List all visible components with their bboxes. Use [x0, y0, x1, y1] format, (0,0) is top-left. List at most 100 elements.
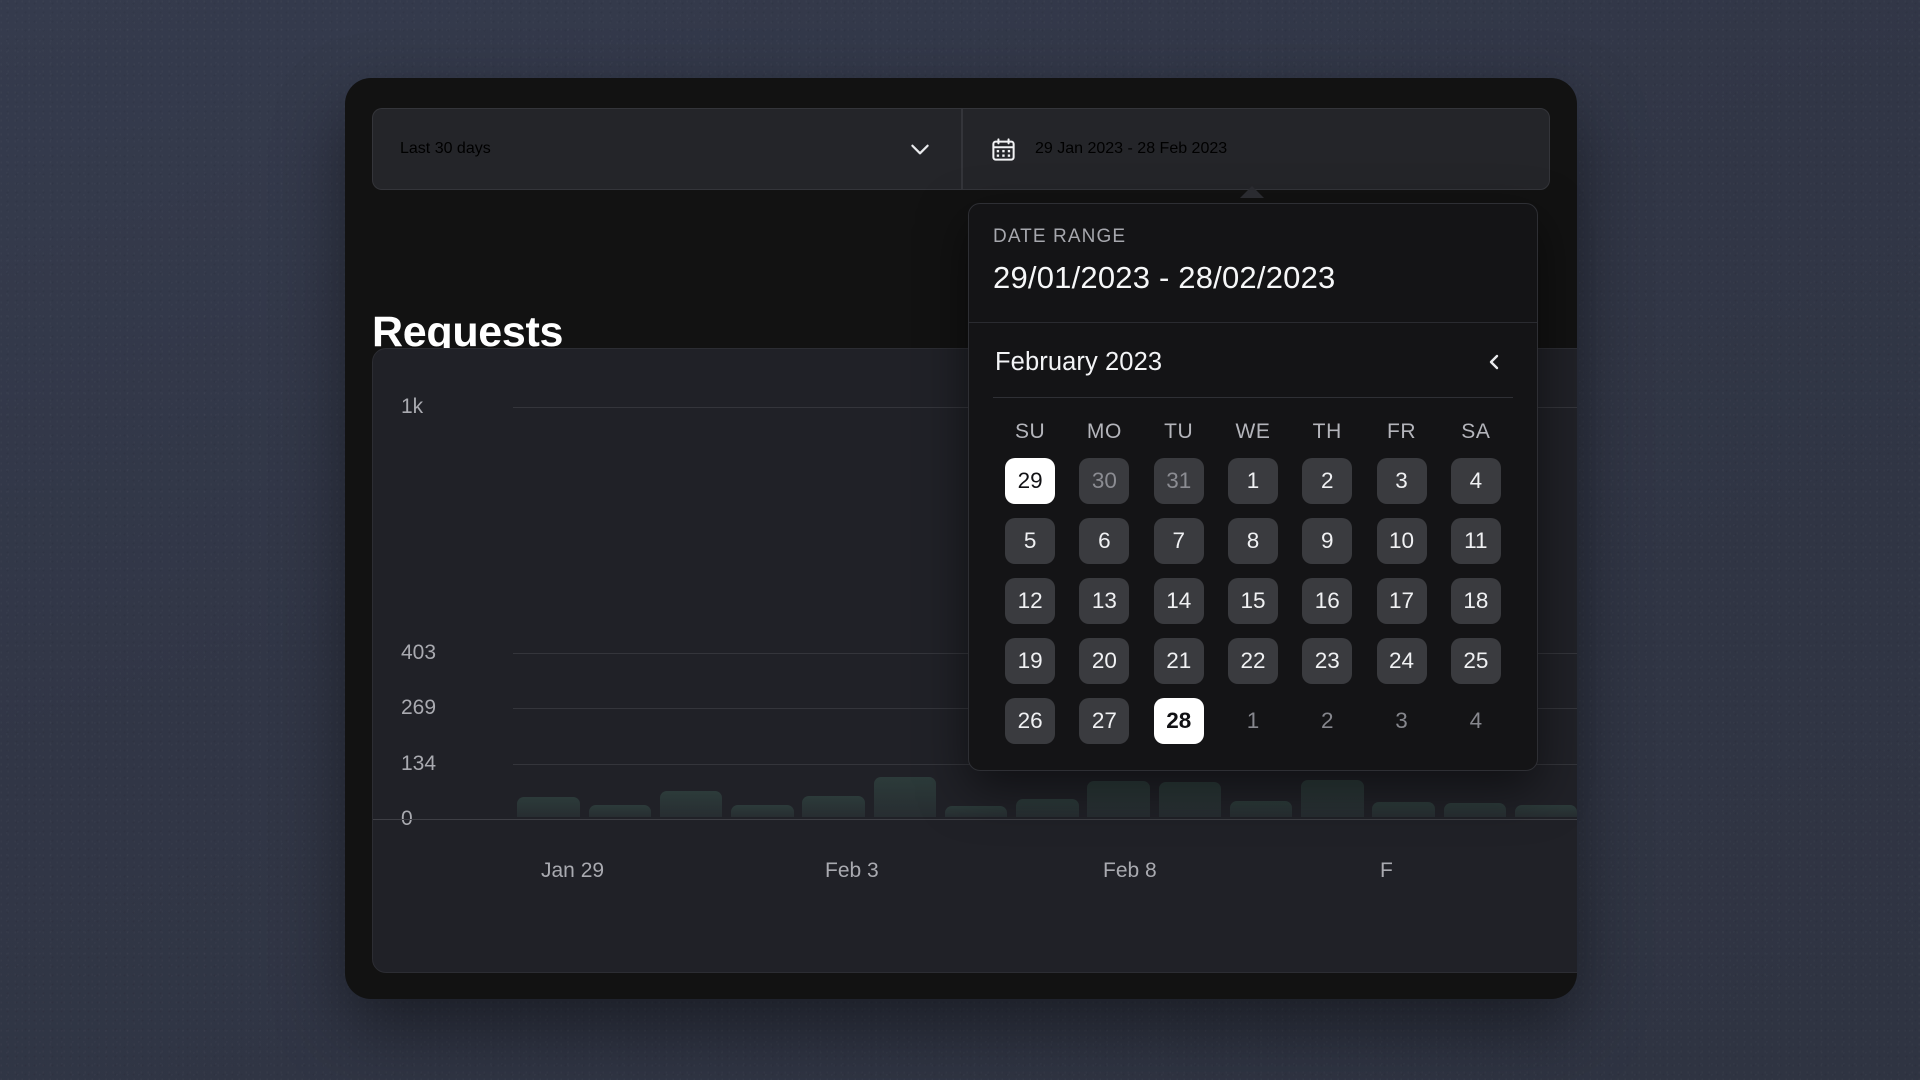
chart-bar[interactable] [1087, 780, 1150, 817]
calendar-day-cell: 25 [1439, 638, 1513, 684]
popover-caret-icon [1240, 186, 1264, 198]
calendar: February 2023 SU MO TU WE TH FR SA 29 30 31 1 2 3 4 5… [969, 323, 1537, 770]
calendar-week-row: 29 30 31 1 2 3 4 [993, 458, 1513, 504]
chart-bar[interactable] [1443, 803, 1507, 817]
chevron-left-icon [1485, 349, 1503, 375]
calendar-week-row: 19 20 21 22 23 24 25 [993, 638, 1513, 684]
calendar-day-cell: 13 [1067, 578, 1141, 624]
calendar-day-28[interactable]: 28 [1153, 698, 1204, 744]
date-range-button[interactable]: 29 Jan 2023 - 28 Feb 2023 [961, 108, 1550, 190]
calendar-day-cell: 21 [1142, 638, 1216, 684]
calendar-day-18[interactable]: 18 [1450, 578, 1501, 624]
calendar-day-cell: 4 [1439, 458, 1513, 504]
calendar-day-4[interactable]: 4 [1450, 458, 1501, 504]
calendar-day-23[interactable]: 23 [1302, 638, 1353, 684]
calendar-day-cell: 1 [1216, 458, 1290, 504]
chart-axis-line [373, 819, 1577, 820]
calendar-day-2: 2 [1321, 708, 1334, 733]
prev-month-button[interactable] [1477, 345, 1511, 379]
calendar-day-2[interactable]: 2 [1302, 458, 1353, 504]
calendar-day-17[interactable]: 17 [1376, 578, 1427, 624]
calendar-day-9[interactable]: 9 [1302, 518, 1353, 564]
calendar-weekday: FR [1386, 420, 1417, 443]
calendar-week-row: 5 6 7 8 9 10 11 [993, 518, 1513, 564]
calendar-day-cell: 4 [1439, 698, 1513, 744]
chart-bar[interactable] [944, 806, 1008, 817]
calendar-day-30[interactable]: 30 [1079, 458, 1130, 504]
calendar-day-3: 3 [1395, 708, 1408, 733]
calendar-day-cell: 29 [993, 458, 1067, 504]
calendar-day-cell: 31 [1142, 458, 1216, 504]
calendar-day-cell: 6 [1067, 518, 1141, 564]
calendar-day-cell: 18 [1439, 578, 1513, 624]
chart-bar[interactable] [1372, 802, 1435, 817]
calendar-day-5[interactable]: 5 [1005, 518, 1056, 564]
calendar-day-cell: 11 [1439, 518, 1513, 564]
chart-bar[interactable] [659, 791, 723, 817]
calendar-day-13[interactable]: 13 [1079, 578, 1130, 624]
calendar-day-26[interactable]: 26 [1005, 698, 1056, 744]
calendar-day-10[interactable]: 10 [1376, 518, 1427, 564]
calendar-day-cell: 19 [993, 638, 1067, 684]
calendar-day-cell: 12 [993, 578, 1067, 624]
calendar-month-label: February 2023 [995, 347, 1163, 376]
calendar-day-14[interactable]: 14 [1153, 578, 1204, 624]
chart-bar[interactable] [1016, 798, 1079, 817]
calendar-day-cell: 22 [1216, 638, 1290, 684]
date-range-eyebrow: DATE RANGE [993, 226, 1127, 247]
y-axis-tick-label: 134 [401, 751, 437, 775]
calendar-day-7[interactable]: 7 [1153, 518, 1204, 564]
x-axis-tick-label: F [1380, 859, 1393, 882]
y-axis-tick-label: 1k [401, 395, 424, 418]
calendar-weekday: SU [1014, 420, 1046, 443]
calendar-day-19[interactable]: 19 [1005, 638, 1056, 684]
calendar-day-cell: 27 [1067, 698, 1141, 744]
calendar-day-cell: 2 [1290, 458, 1364, 504]
calendar-day-1[interactable]: 1 [1227, 458, 1278, 504]
calendar-day-12[interactable]: 12 [1005, 578, 1056, 624]
calendar-day-1: 1 [1246, 708, 1260, 733]
chart-bar[interactable] [873, 777, 937, 817]
chart-bar[interactable] [517, 797, 580, 817]
calendar-weekday: SA [1461, 420, 1491, 443]
calendar-day-cell: 2 [1290, 698, 1364, 744]
chart-bar[interactable] [1514, 804, 1577, 817]
calendar-day-6[interactable]: 6 [1079, 518, 1130, 564]
calendar-day-cell: 14 [1142, 578, 1216, 624]
calendar-day-29[interactable]: 29 [1005, 458, 1056, 504]
calendar-day-cell: 3 [1364, 698, 1438, 744]
x-axis-tick-label: Feb 8 [1103, 859, 1157, 882]
calendar-day-cell: 24 [1364, 638, 1438, 684]
calendar-day-grid: 29 30 31 1 2 3 4 5 6 7 8 9 10 11 12 13 14 15 16 17 18 19 20 21 2… [993, 458, 1513, 744]
popover-header: DATE RANGE 29/01/2023 - 28/02/2023 [969, 204, 1537, 323]
calendar-day-27[interactable]: 27 [1079, 698, 1130, 744]
chart-bar[interactable] [1301, 779, 1364, 817]
calendar-day-31[interactable]: 31 [1153, 458, 1204, 504]
calendar-day-25[interactable]: 25 [1450, 638, 1501, 684]
chart-bar[interactable] [1158, 782, 1222, 817]
chart-bar[interactable] [588, 805, 652, 817]
calendar-day-20[interactable]: 20 [1079, 638, 1130, 684]
calendar-day-cell: 16 [1290, 578, 1364, 624]
calendar-day-11[interactable]: 11 [1450, 518, 1501, 564]
chevron-down-icon[interactable] [907, 136, 933, 162]
calendar-day-22[interactable]: 22 [1227, 638, 1278, 684]
chart-bar[interactable] [802, 795, 865, 817]
calendar-day-cell: 15 [1216, 578, 1290, 624]
range-preset-select[interactable]: Last 30 days [372, 108, 961, 190]
calendar-day-15[interactable]: 15 [1227, 578, 1278, 624]
calendar-weekday-row: SU MO TU WE TH FR SA [993, 420, 1513, 444]
range-preset-label: Last 30 days [400, 140, 491, 157]
calendar-day-cell: 17 [1364, 578, 1438, 624]
calendar-day-8[interactable]: 8 [1227, 518, 1278, 564]
chart-bar[interactable] [1229, 800, 1293, 817]
date-controls-toolbar: Last 30 days 29 Jan 2023 - 28 Feb 2023 [372, 108, 1550, 190]
calendar-day-24[interactable]: 24 [1376, 638, 1427, 684]
calendar-weekday: TU [1164, 420, 1194, 443]
y-axis-tick-label: 269 [401, 696, 437, 720]
calendar-day-3[interactable]: 3 [1376, 458, 1427, 504]
chart-bar[interactable] [731, 804, 794, 817]
calendar-day-16[interactable]: 16 [1302, 578, 1353, 624]
calendar-day-21[interactable]: 21 [1153, 638, 1204, 684]
calendar-day-cell: 5 [993, 518, 1067, 564]
